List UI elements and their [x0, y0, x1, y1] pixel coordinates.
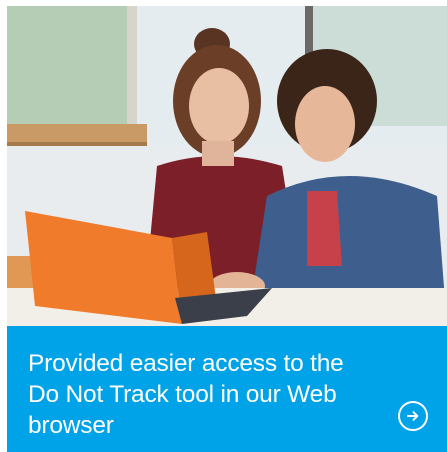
arrow-right-icon	[407, 411, 419, 421]
promo-card[interactable]: Provided easier access to the Do Not Tra…	[7, 6, 447, 452]
promo-photo	[7, 6, 447, 326]
people-with-laptop-illustration	[7, 6, 447, 326]
arrow-right-circle-icon[interactable]	[398, 401, 428, 431]
promo-caption-text: Provided easier access to the Do Not Tra…	[28, 350, 344, 439]
promo-caption-panel[interactable]: Provided easier access to the Do Not Tra…	[7, 326, 447, 452]
